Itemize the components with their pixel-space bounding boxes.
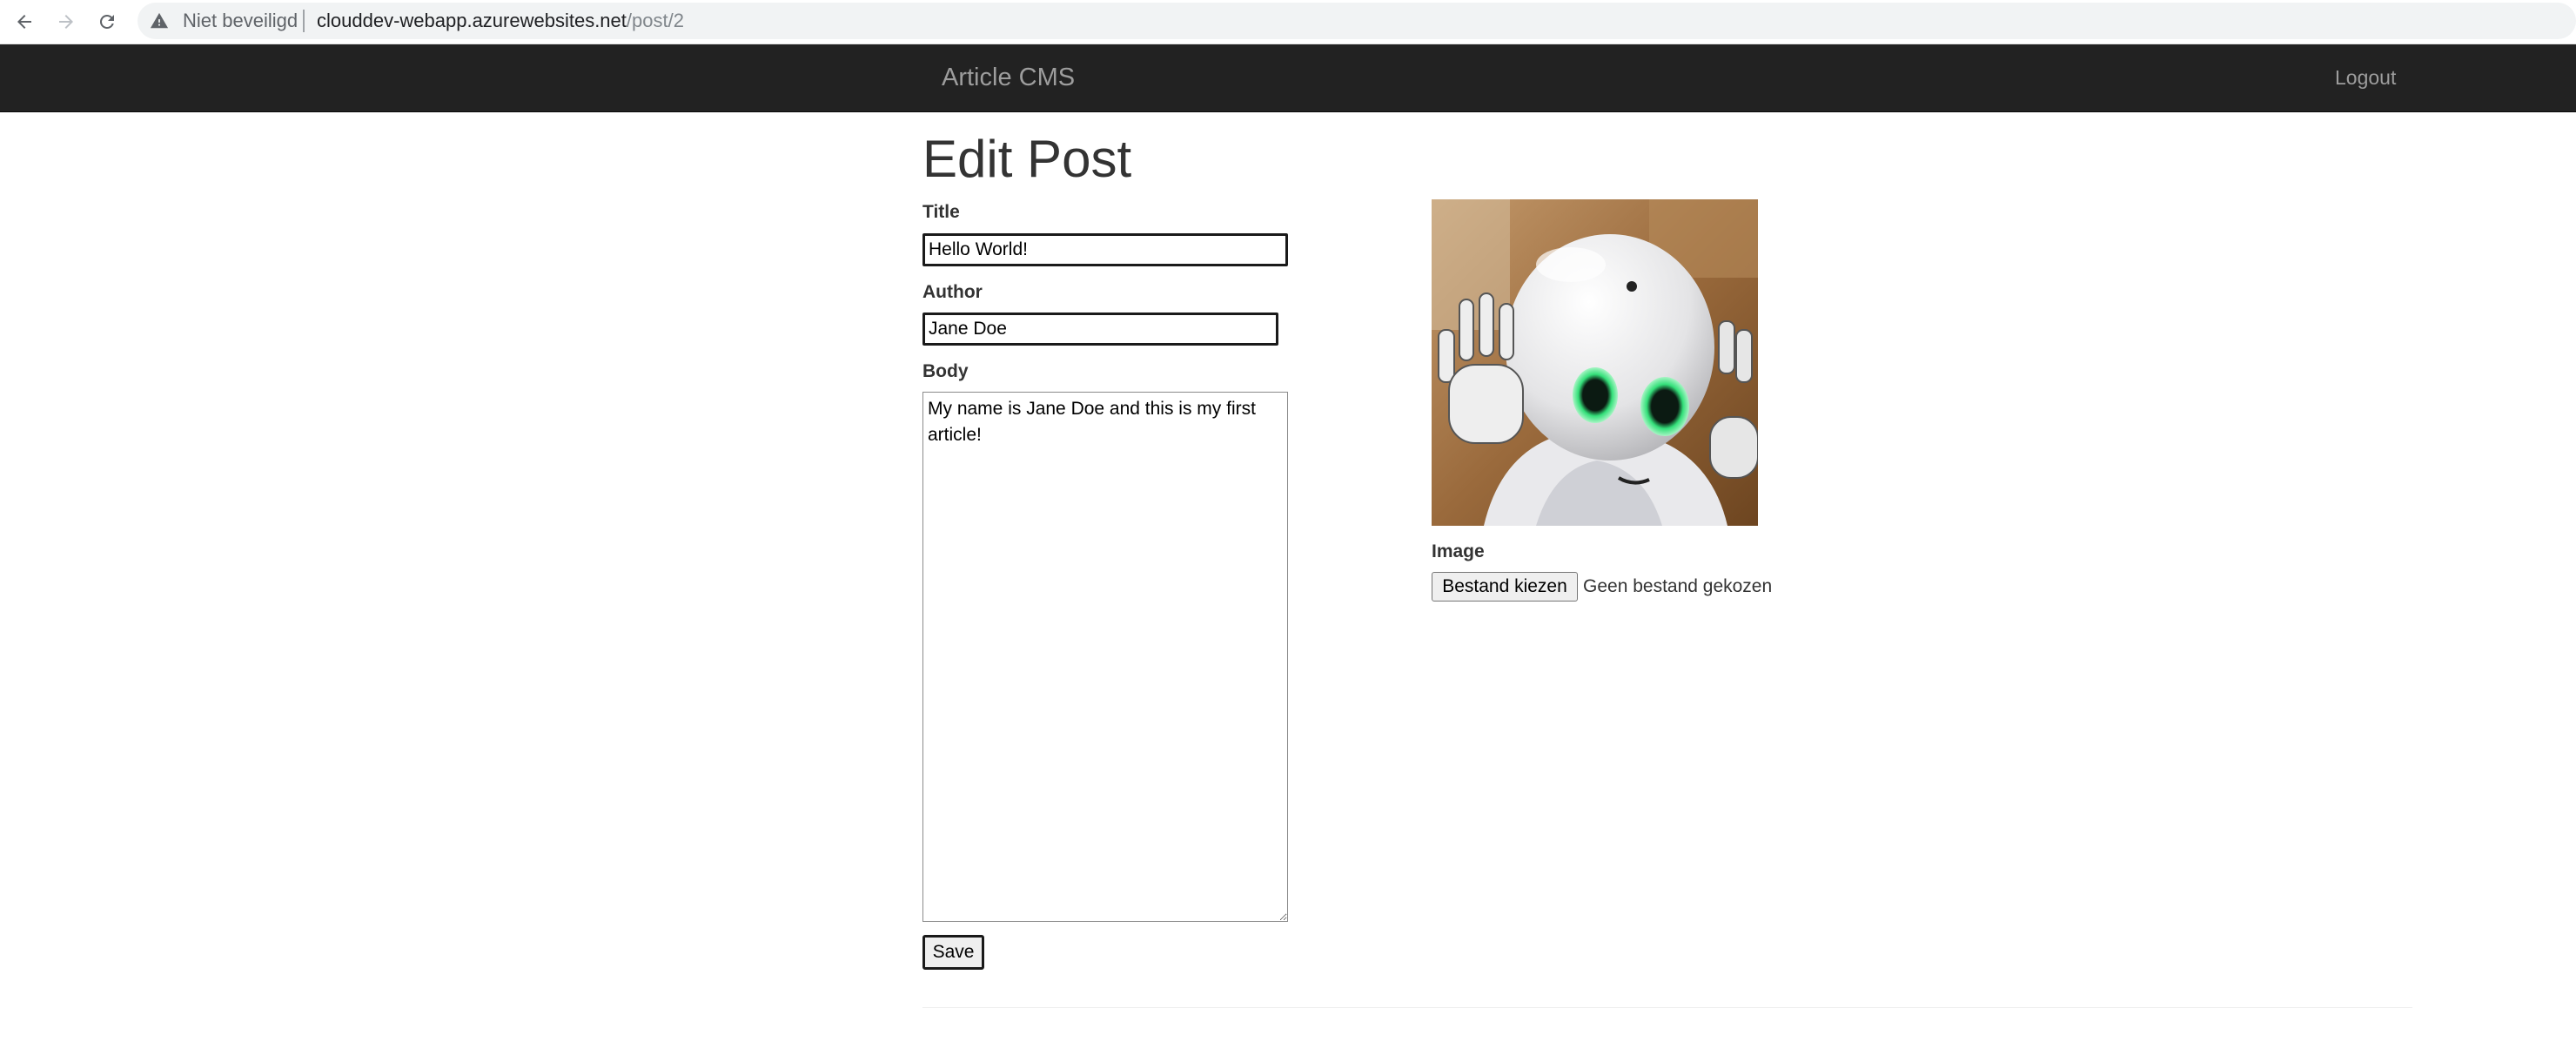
robot-photo (1432, 199, 1758, 526)
title-label: Title (922, 202, 960, 222)
author-label: Author (922, 282, 983, 302)
footer-divider (922, 1007, 2412, 1008)
author-input[interactable] (922, 313, 1278, 346)
reload-icon (99, 14, 114, 29)
address-bar[interactable]: Niet beveiligd clouddev-webapp.azurewebs… (138, 3, 2576, 39)
choose-file-button[interactable]: Bestand kiezen (1432, 572, 1578, 602)
post-image (1432, 199, 1758, 526)
page-title: Edit Post (922, 130, 1132, 188)
url-host: clouddev-webapp.azurewebsites.net (317, 10, 627, 31)
warning-triangle-icon[interactable] (150, 11, 169, 30)
arrow-left-icon (17, 15, 31, 29)
site-navbar: Article CMS Logout (0, 44, 2576, 112)
no-file-chosen-text: Geen bestand gekozen (1583, 576, 1773, 596)
body-textarea[interactable]: My name is Jane Doe and this is my first… (922, 392, 1288, 922)
url-divider (303, 10, 305, 32)
body-label: Body (922, 361, 969, 381)
arrow-right-icon (59, 15, 73, 29)
save-button[interactable]: Save (922, 935, 984, 970)
image-label: Image (1432, 541, 1485, 561)
url-path: /post/2 (626, 10, 684, 31)
forward-button[interactable] (50, 6, 82, 37)
reload-button[interactable] (91, 6, 123, 37)
security-status-label[interactable]: Niet beveiligd (183, 10, 298, 32)
logout-link[interactable]: Logout (2335, 66, 2396, 90)
title-input[interactable] (922, 233, 1288, 266)
navbar-brand[interactable]: Article CMS (942, 64, 1075, 92)
url-text[interactable]: clouddev-webapp.azurewebsites.net/post/2 (317, 10, 684, 32)
browser-toolbar: Niet beveiligd clouddev-webapp.azurewebs… (0, 0, 2576, 44)
back-button[interactable] (9, 6, 40, 37)
